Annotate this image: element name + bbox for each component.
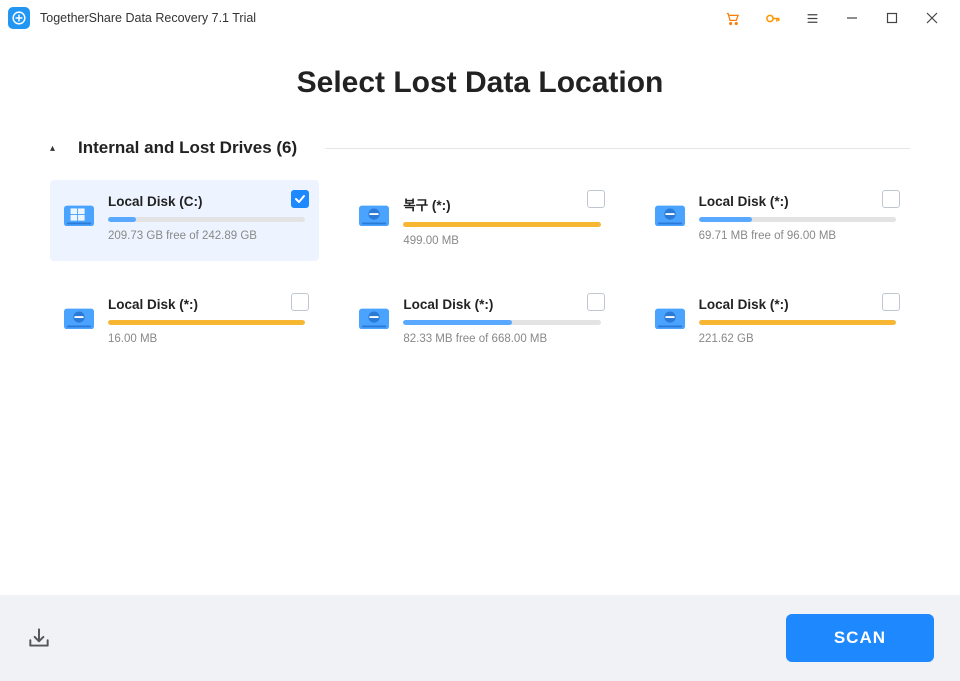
disk-icon [655,200,685,226]
drive-checkbox[interactable] [291,190,309,208]
drive-checkbox[interactable] [882,190,900,208]
main-content: Select Lost Data Location ▴ Internal and… [0,36,960,371]
footer: SCAN [0,595,960,681]
page-title: Select Lost Data Location [50,66,910,100]
usage-bar [403,222,600,227]
drive-card[interactable]: Local Disk (C:) 209.73 GB free of 242.89 … [50,180,319,261]
disk-icon [64,200,94,226]
section-title: Internal and Lost Drives (6) [78,138,297,158]
drive-name: Local Disk (C:) [108,194,305,209]
drive-card[interactable]: Local Disk (*:) 221.62 GB [641,283,910,361]
drive-name: Local Disk (*:) [699,297,896,312]
drive-checkbox[interactable] [587,190,605,208]
scan-button[interactable]: SCAN [786,614,934,662]
drive-size: 499.00 MB [403,235,600,247]
disk-icon [359,200,389,226]
drive-name: Local Disk (*:) [108,297,305,312]
key-icon[interactable] [752,0,792,36]
titlebar: TogetherShare Data Recovery 7.1 Trial [0,0,960,36]
drive-checkbox[interactable] [291,293,309,311]
drive-card[interactable]: 복구 (*:) 499.00 MB [345,180,614,261]
section-divider [325,148,910,149]
app-title: TogetherShare Data Recovery 7.1 Trial [40,11,256,25]
drive-body: Local Disk (*:) 82.33 MB free of 668.00 M… [403,297,600,347]
usage-bar [108,320,305,325]
usage-bar [699,320,896,325]
drive-name: 복구 (*:) [403,194,600,214]
drive-checkbox[interactable] [587,293,605,311]
section-header: ▴ Internal and Lost Drives (6) [50,138,910,158]
import-icon[interactable] [26,625,52,651]
drive-checkbox[interactable] [882,293,900,311]
minimize-icon[interactable] [832,0,872,36]
drive-card[interactable]: Local Disk (*:) 82.33 MB free of 668.00 M… [345,283,614,361]
drive-body: Local Disk (*:) 16.00 MB [108,297,305,347]
usage-bar [403,320,600,325]
drive-size: 69.71 MB free of 96.00 MB [699,230,896,242]
usage-bar [108,217,305,222]
drive-body: Local Disk (C:) 209.73 GB free of 242.89 … [108,194,305,247]
drive-name: Local Disk (*:) [403,297,600,312]
drive-body: Local Disk (*:) 221.62 GB [699,297,896,347]
app-logo-icon [8,7,30,29]
disk-icon [64,303,94,329]
cart-icon[interactable] [712,0,752,36]
disk-icon [359,303,389,329]
collapse-arrow-icon[interactable]: ▴ [50,143,62,154]
drive-name: Local Disk (*:) [699,194,896,209]
drive-size: 221.62 GB [699,333,896,345]
drive-body: Local Disk (*:) 69.71 MB free of 96.00 MB [699,194,896,247]
usage-bar [699,217,896,222]
drive-size: 16.00 MB [108,333,305,345]
drive-card[interactable]: Local Disk (*:) 16.00 MB [50,283,319,361]
maximize-icon[interactable] [872,0,912,36]
drive-grid: Local Disk (C:) 209.73 GB free of 242.89 … [50,180,910,361]
close-icon[interactable] [912,0,952,36]
menu-icon[interactable] [792,0,832,36]
disk-icon [655,303,685,329]
drive-size: 82.33 MB free of 668.00 MB [403,333,600,345]
drive-body: 복구 (*:) 499.00 MB [403,194,600,247]
drive-size: 209.73 GB free of 242.89 GB [108,230,305,242]
drive-card[interactable]: Local Disk (*:) 69.71 MB free of 96.00 MB [641,180,910,261]
